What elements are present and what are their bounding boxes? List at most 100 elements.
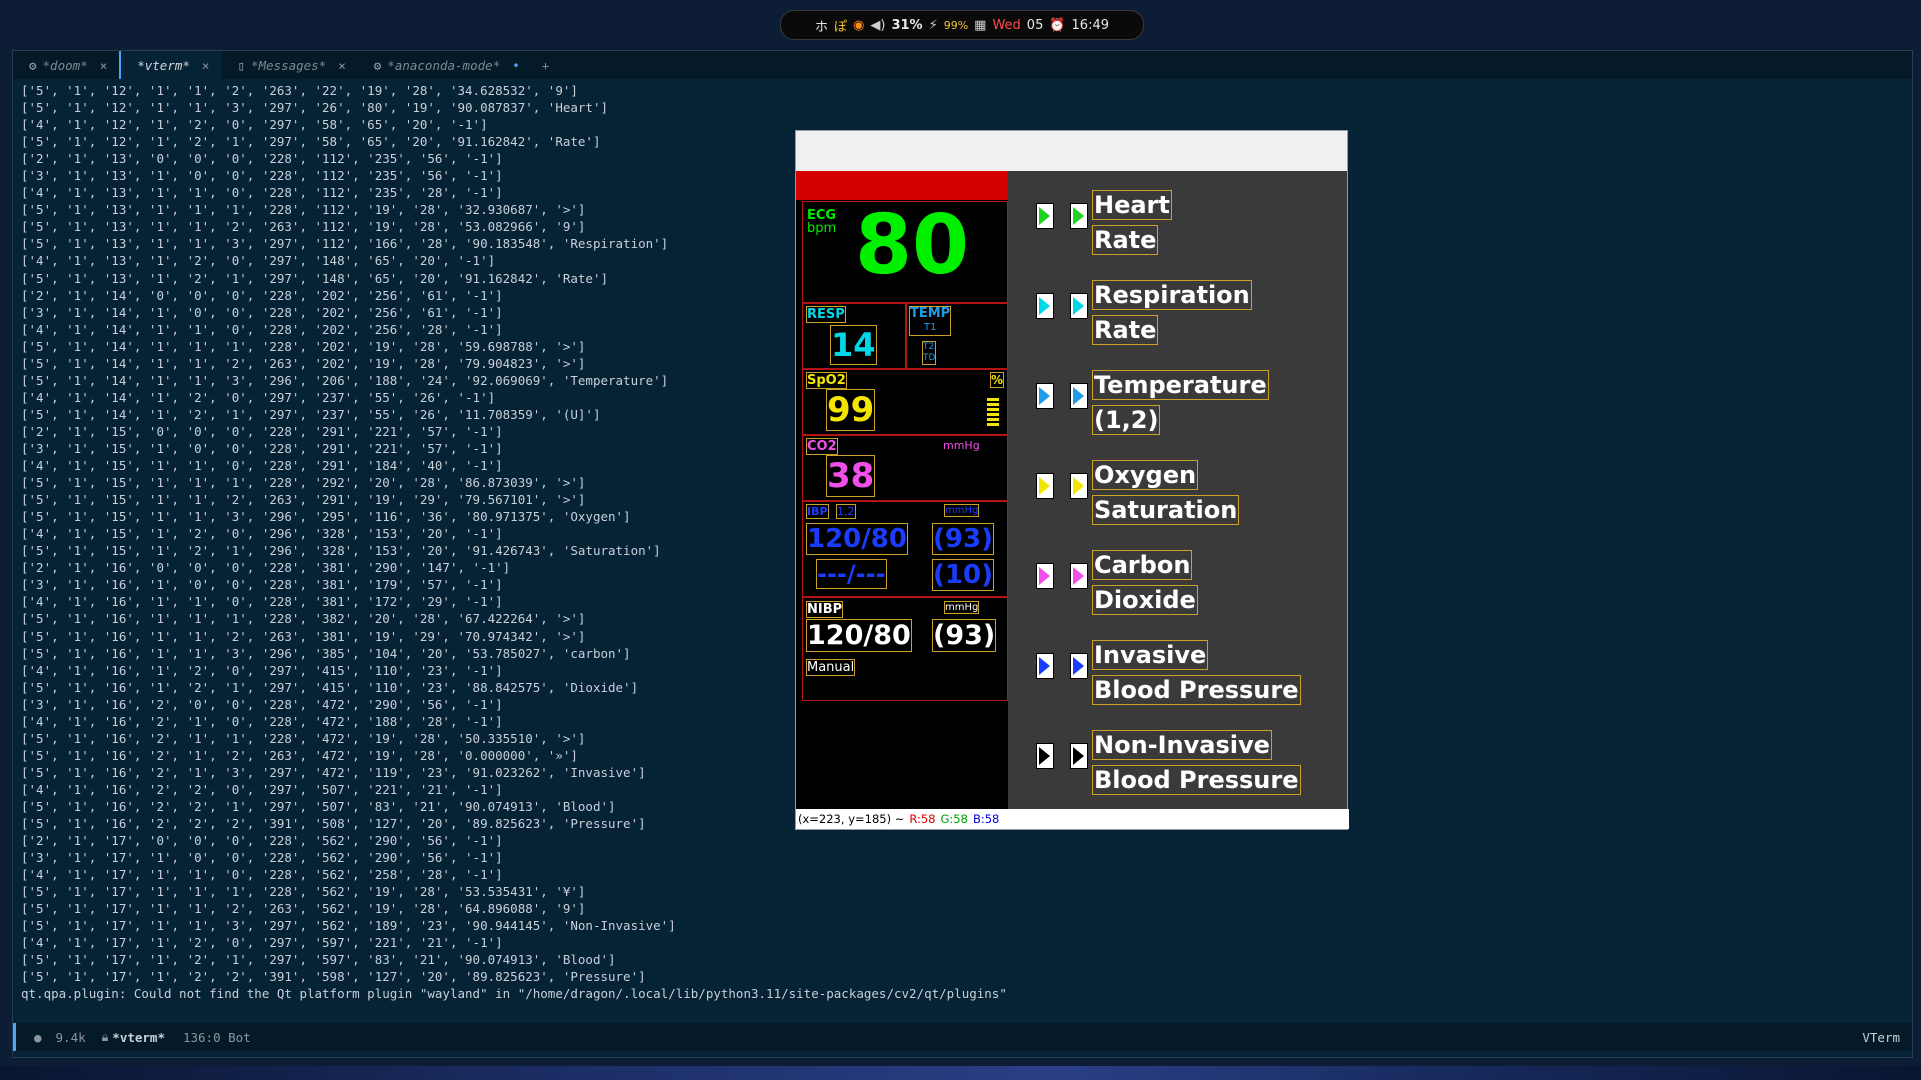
date-number: 05 [1026,17,1044,33]
terminal-line: ['5', '1', '12', '1', '1', '2', '263', '… [21,83,578,98]
volume-percent: 31% [891,17,923,33]
nibp-label: NIBP [805,601,844,618]
legend-item: Oxygen Saturation [1024,459,1344,529]
document-icon: ▯ [237,57,245,73]
alarm-bar [796,171,1008,200]
terminal-line: ['5', '1', '17', '1', '1', '2', '263', '… [21,901,586,917]
dark-blue-arrow-icon [1036,653,1054,679]
legend-line-2: (1,2) [1092,405,1161,435]
temp-td: TD [923,353,936,363]
mode-line: ● 9.4k 🔒︎ *vterm* 136:0 Bot VTerm [13,1023,1912,1051]
legend-label: Non-Invasive Blood Pressure [1092,729,1301,799]
nibp-unit: mmHg [943,601,980,614]
legend-line-2: Blood Pressure [1092,675,1301,705]
modified-dot-icon[interactable]: • [512,58,520,73]
close-icon[interactable]: × [202,58,210,73]
ibp1-value: 120/80 [806,523,908,555]
tab-messages[interactable]: ▯ *Messages* × [221,51,357,79]
legend-line-1: Heart [1092,190,1172,220]
battery-percent: 99% [943,18,969,32]
legend-line-1: Carbon [1092,550,1193,580]
cursor-coords: (x=223, y=185) ~ [798,812,905,826]
close-icon[interactable]: × [100,58,108,73]
temp-box: TEMP T1 T2 TD [906,303,1008,369]
spo2-unit: % [989,372,1005,388]
nibp-mode: Manual [805,659,856,676]
status-dot-icon: ● [34,1029,42,1045]
ibp-label: IBP [806,504,829,519]
resp-value: 14 [830,325,877,365]
green-arrow-icon [1036,203,1054,229]
legend-item: Heart Rate [1024,189,1344,259]
cyan-arrow-icon [1036,293,1054,319]
legend-line-2: Blood Pressure [1092,765,1301,795]
temp-t1: T1 [923,322,937,333]
tab-vterm[interactable]: *vterm* × [119,51,222,79]
nibp-mean: (93) [931,619,997,652]
temp-title: TEMP [910,306,951,321]
legend-label: Temperature (1,2) [1092,369,1269,439]
close-icon[interactable]: × [338,58,346,73]
spo2-value: 99 [825,389,876,431]
ibp-unit: mmHg [943,504,980,517]
legend-label: Heart Rate [1092,189,1172,259]
terminal-line: ['5', '1', '17', '1', '1', '3', '297', '… [21,918,676,934]
legend-item: Temperature (1,2) [1024,369,1344,439]
image-canvas[interactable]: ECG bpm 80 RESP 14 TEMP T1 T2 TD SpO2 % … [796,171,1347,809]
ibp2-mean: (10) [932,559,994,591]
legend-line-2: Rate [1092,225,1159,255]
calendar-icon[interactable]: ▦ [974,18,986,33]
spo2-box: SpO2 % 99 [802,369,1008,435]
magenta-arrow-icon [1036,563,1054,589]
terminal-line: ['5', '1', '17', '1', '2', '1', '297', '… [21,952,616,968]
black-arrow-icon [1070,743,1088,769]
co2-box: CO2 mmHg 38 [802,435,1008,501]
tab-bar: ⚙ *doom* × *vterm* × ▯ *Messages* × ⚙ *a… [13,51,1912,79]
legend-item: Non-Invasive Blood Pressure [1024,729,1344,799]
temp-sub: T2 TD [921,341,937,365]
cv-status-bar: (x=223, y=185) ~ R:58 G:58 B:58 [796,809,1349,829]
patient-monitor-panel: ECG bpm 80 RESP 14 TEMP T1 T2 TD SpO2 % … [796,171,1008,809]
green-value: G:58 [940,812,968,826]
emacs-logo-icon: ⚙ [29,57,37,73]
cursor-position: 136:0 Bot [182,1029,251,1045]
bpm-label: bpm [807,221,837,236]
tab-anaconda-mode[interactable]: ⚙ *anaconda-mode* • [358,51,532,79]
co2-value: 38 [825,455,876,497]
legend-label: Invasive Blood Pressure [1092,639,1301,709]
magenta-arrow-icon [1070,563,1088,589]
day-of-week: Wed [992,17,1021,33]
major-mode[interactable]: VTerm [1862,1030,1900,1045]
alarm-clock-icon[interactable]: ⏰ [1049,18,1065,33]
terminal-line: ['2', '1', '17', '0', '0', '0', '228', '… [21,833,503,849]
terminal-line: ['5', '1', '12', '1', '1', '3', '297', '… [21,100,608,116]
buffer-name[interactable]: *vterm* [112,1030,165,1045]
desktop-wallpaper [0,1066,1921,1080]
terminal-line: qt.qpa.plugin: Could not find the Qt pla… [21,986,1007,1002]
tab-label: *doom* [42,57,88,73]
spo2-label: SpO2 [806,372,847,389]
temp-label: TEMP T1 [908,306,952,336]
blue-arrow-icon [1070,383,1088,409]
terminal-line: ['3', '1', '17', '1', '0', '0', '228', '… [21,850,503,866]
legend-label: Oxygen Saturation [1092,459,1240,529]
tab-doom[interactable]: ⚙ *doom* × [13,51,119,79]
new-tab-button[interactable]: + [532,51,560,79]
ime-indicator-1[interactable]: ホ [815,16,828,35]
speaker-icon[interactable]: ◀) [870,18,885,33]
opencv-window[interactable]: ECG bpm 80 RESP 14 TEMP T1 T2 TD SpO2 % … [795,130,1349,830]
ime-indicator-2[interactable]: ぽ [834,16,847,35]
legend-line-1: Non-Invasive [1092,730,1272,760]
top-status-bar: ホ ぽ ◉ ◀) 31% ⚡ 99% ▦ Wed 05 ⏰ 16:49 [780,10,1144,40]
terminal-line: ['4', '1', '17', '1', '2', '0', '297', '… [21,935,503,951]
blue-value: B:58 [972,812,1000,826]
terminal-line: ['5', '1', '17', '1', '2', '2', '391', '… [21,969,646,985]
terminal-line: ['4', '1', '17', '1', '1', '0', '228', '… [21,867,503,883]
spo2-signal-bar [987,398,999,426]
terminal-line: ['5', '1', '17', '1', '1', '1', '228', '… [21,884,586,900]
wifi-icon[interactable]: ◉ [853,18,864,33]
legend-label: Respiration Rate [1092,279,1252,349]
yellow-arrow-icon [1036,473,1054,499]
co2-unit: mmHg [943,439,980,452]
tab-label: *Messages* [250,57,327,73]
